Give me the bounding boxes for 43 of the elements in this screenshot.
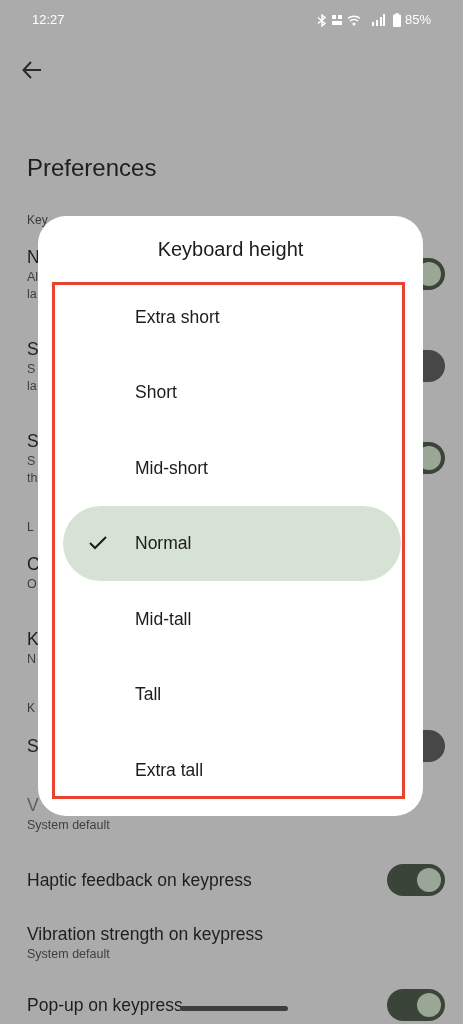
setting-title: Pop-up on keypress [27, 994, 183, 1017]
setting-title: S [27, 735, 39, 758]
page-title: Preferences [27, 154, 157, 181]
network-icon [330, 14, 343, 26]
setting-subtitle: la [27, 378, 38, 395]
wifi-icon [346, 14, 361, 26]
height-option[interactable]: Mid-short [63, 430, 401, 506]
setting-subtitle: O [27, 576, 38, 593]
toggle-switch[interactable] [387, 864, 445, 896]
setting-subtitle: System default [27, 817, 110, 834]
setting-subtitle: la [27, 286, 38, 303]
height-option[interactable]: Extra tall [63, 732, 401, 808]
setting-subtitle: th [27, 470, 39, 487]
status-time: 12:27 [32, 11, 65, 30]
battery-percentage: 85% [404, 11, 431, 30]
setting-subtitle: System default [27, 946, 111, 963]
section-header: L [27, 520, 34, 534]
setting-title: N [27, 246, 40, 269]
dialog-title: Keyboard height [157, 238, 304, 260]
section-header: Key [27, 213, 48, 227]
setting-title: S [27, 430, 39, 453]
setting-subtitle: N [27, 651, 38, 668]
height-option[interactable]: Tall [63, 656, 401, 732]
setting-title: K [27, 628, 39, 651]
height-option[interactable]: Extra short [63, 279, 401, 355]
setting-subtitle: S [27, 453, 37, 470]
height-option[interactable]: Short [63, 354, 401, 430]
section-header: K [27, 701, 35, 715]
height-option[interactable]: Mid-tall [63, 581, 401, 657]
setting-subtitle: Al [27, 269, 40, 286]
setting-title: S [27, 338, 39, 361]
setting-subtitle: S [27, 361, 37, 378]
setting-title: Vibration strength on keypress [27, 923, 264, 946]
height-option[interactable]: Normal [63, 505, 401, 581]
battery-icon [392, 13, 401, 27]
signal-icon [370, 14, 385, 26]
setting-title: V [27, 794, 40, 817]
setting-title: Haptic feedback on keypress [27, 869, 252, 892]
check-icon [89, 536, 107, 551]
back-icon[interactable] [22, 61, 42, 79]
bluetooth-icon [316, 13, 327, 27]
toggle-switch[interactable] [387, 989, 445, 1021]
setting-title: C [27, 553, 40, 576]
